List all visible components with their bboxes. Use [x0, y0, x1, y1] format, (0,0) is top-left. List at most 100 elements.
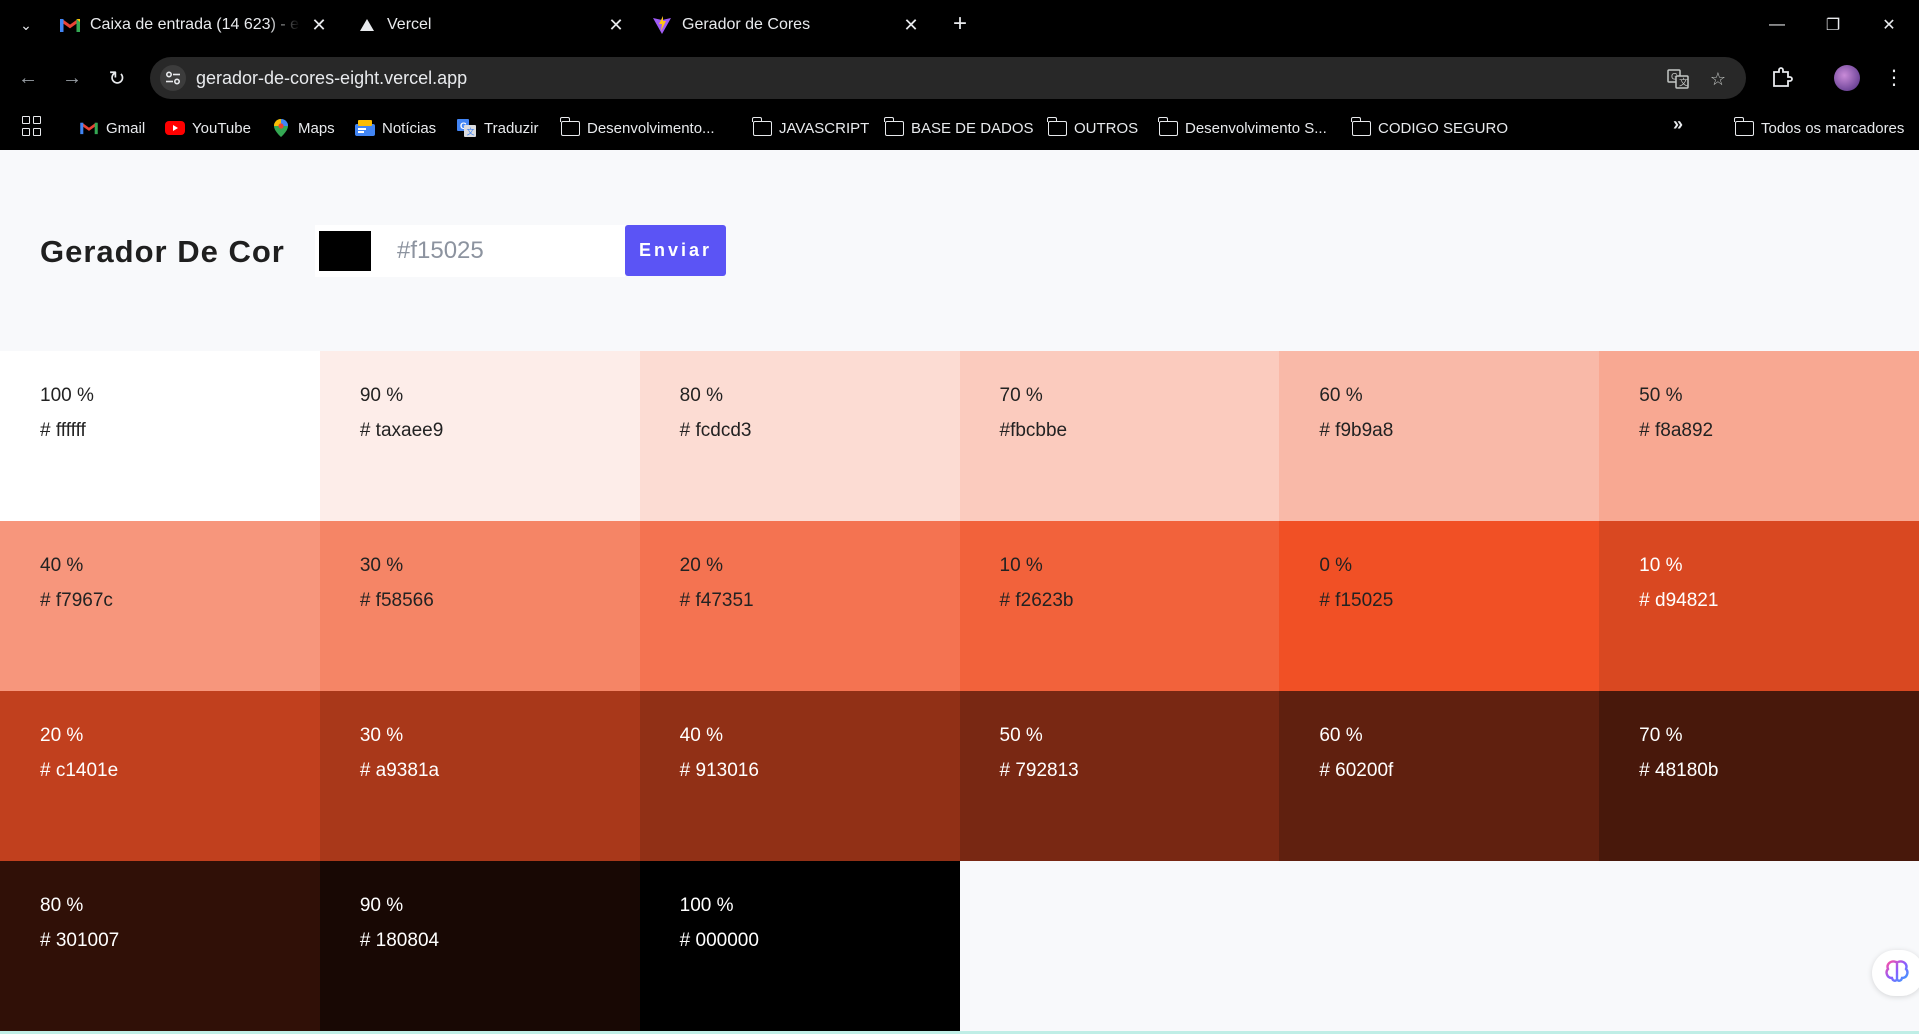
- color-percent: 40 %: [679, 725, 723, 746]
- vercel-icon: [357, 15, 377, 35]
- svg-text:文: 文: [1679, 77, 1688, 89]
- minimize-icon[interactable]: —: [1759, 10, 1795, 40]
- color-swatch-cell[interactable]: 80 % # fcdcd3: [639, 351, 960, 521]
- url-text: gerador-de-cores-eight.vercel.app: [196, 68, 468, 88]
- bookmark-gmail[interactable]: Gmail: [79, 116, 145, 140]
- page-title: Gerador De Cor: [40, 234, 285, 269]
- site-info-icon[interactable]: [160, 65, 186, 91]
- close-icon[interactable]: ✕: [900, 14, 922, 36]
- folder-icon: [1350, 116, 1371, 137]
- bookmark-label: Gmail: [106, 119, 146, 137]
- color-hex: # taxaee9: [359, 420, 444, 441]
- bookmark-label: Desenvolvimento S...: [1185, 119, 1327, 137]
- submit-button[interactable]: Enviar: [625, 225, 726, 276]
- color-hex: # f15025: [1319, 590, 1394, 611]
- extensions-puzzle-icon[interactable]: [1768, 63, 1796, 91]
- color-percent: 70 %: [1639, 725, 1683, 746]
- color-swatch-cell[interactable]: 70 % #fbcbbe: [959, 351, 1280, 521]
- color-picker[interactable]: [315, 225, 375, 277]
- address-bar[interactable]: gerador-de-cores-eight.vercel.app G文 ☆: [150, 57, 1746, 99]
- maps-icon: [271, 119, 291, 137]
- bookmark-folder-javascript[interactable]: JAVASCRIPT: [751, 116, 870, 140]
- bookmark-folder-desenvolvimento[interactable]: Desenvolvimento...: [559, 116, 715, 140]
- color-swatch-cell[interactable]: 10 % # f2623b: [959, 521, 1280, 691]
- color-percent: 30 %: [359, 555, 404, 576]
- translate-page-icon[interactable]: G文: [1666, 67, 1690, 91]
- restore-icon[interactable]: ❐: [1815, 10, 1851, 40]
- color-hex: # 000000: [679, 930, 759, 951]
- tab-vercel[interactable]: Vercel ✕: [357, 8, 627, 42]
- new-tab-plus-icon[interactable]: +: [948, 12, 972, 37]
- profile-avatar[interactable]: [1834, 65, 1860, 91]
- tab-search-chevron-icon[interactable]: ⌄: [14, 13, 38, 37]
- color-swatch-cell[interactable]: 90 % # 180804: [319, 861, 640, 1031]
- color-swatch-cell[interactable]: 50 % # f8a892: [1599, 351, 1919, 521]
- bookmark-folder-desenvolvimento-s[interactable]: Desenvolvimento S...: [1157, 116, 1327, 140]
- bookmark-noticias[interactable]: Notícias: [355, 116, 436, 140]
- bookmark-label: BASE DE DADOS: [911, 119, 1034, 137]
- color-swatch-cell[interactable]: 40 % # 913016: [639, 691, 960, 861]
- color-percent: 80 %: [679, 385, 723, 406]
- color-percent: 20 %: [40, 725, 84, 746]
- bookmark-folder-outros[interactable]: OUTROS: [1046, 116, 1138, 140]
- apps-grid-icon[interactable]: [22, 116, 42, 136]
- tab-gmail[interactable]: Caixa de entrada (14 623) - ernani ✕: [60, 8, 330, 42]
- color-percent: 10 %: [1639, 555, 1683, 576]
- color-swatch-cell[interactable]: 30 % # f58566: [319, 521, 640, 691]
- color-swatch-cell[interactable]: 10 % # d94821: [1599, 521, 1919, 691]
- window-close-icon[interactable]: ✕: [1871, 10, 1907, 40]
- color-hex: # f8a892: [1639, 420, 1714, 441]
- reload-icon[interactable]: ↻: [102, 63, 132, 93]
- color-swatch-cell[interactable]: 100 % # 000000: [639, 861, 960, 1031]
- more-menu-icon[interactable]: ⋮: [1882, 63, 1906, 91]
- color-hex: # a9381a: [359, 760, 440, 781]
- color-hex: # 301007: [40, 930, 120, 951]
- tab-title: Caixa de entrada (14 623) - ernani: [90, 16, 300, 33]
- svg-text:文: 文: [467, 127, 475, 137]
- bookmark-star-icon[interactable]: ☆: [1706, 67, 1730, 91]
- color-swatch-cell[interactable]: 20 % # f47351: [639, 521, 960, 691]
- hex-color-input[interactable]: [375, 225, 625, 277]
- color-hex: # 180804: [359, 930, 440, 951]
- color-percent: 60 %: [1319, 725, 1363, 746]
- color-hex: # f2623b: [999, 590, 1074, 611]
- color-percent: 50 %: [999, 725, 1043, 746]
- color-swatch-cell[interactable]: 20 % # c1401e: [0, 691, 320, 861]
- back-arrow-icon[interactable]: ←: [13, 63, 43, 93]
- bookmark-folder-codigo-seguro[interactable]: CODIGO SEGURO: [1350, 116, 1509, 140]
- bookmark-folder-base-de-dados[interactable]: BASE DE DADOS: [883, 116, 1034, 140]
- page-content: Gerador De Cor Enviar 100 % # ffffff 90 % #…: [0, 150, 1919, 1034]
- color-swatch-cell[interactable]: 30 % # a9381a: [319, 691, 640, 861]
- color-percent: 50 %: [1639, 385, 1683, 406]
- bookmark-label: Maps: [298, 119, 335, 137]
- folder-icon: [559, 116, 580, 137]
- color-swatch-cell[interactable]: 60 % # f9b9a8: [1279, 351, 1600, 521]
- color-hex: # 913016: [679, 760, 759, 781]
- color-swatch-cell[interactable]: 0 % # f15025: [1279, 521, 1600, 691]
- assistant-extension-bubble[interactable]: [1872, 950, 1919, 996]
- color-swatch-cell[interactable]: 70 % # 48180b: [1599, 691, 1919, 861]
- bookmark-label: CODIGO SEGURO: [1378, 119, 1509, 137]
- color-swatch-cell[interactable]: 90 % # taxaee9: [319, 351, 640, 521]
- bookmark-label: JAVASCRIPT: [779, 119, 870, 137]
- bookmarks-overflow-chevron-icon[interactable]: »: [1673, 114, 1683, 135]
- color-swatch-cell[interactable]: 60 % # 60200f: [1279, 691, 1600, 861]
- forward-arrow-icon[interactable]: →: [57, 63, 87, 93]
- color-swatch-cell[interactable]: 40 % # f7967c: [0, 521, 320, 691]
- close-icon[interactable]: ✕: [308, 14, 330, 36]
- bookmark-maps[interactable]: Maps: [271, 116, 335, 140]
- color-percent: 70 %: [999, 385, 1043, 406]
- tab-gerador-de-cores[interactable]: Gerador de Cores ✕: [652, 8, 922, 42]
- vite-icon: [652, 15, 672, 35]
- bookmark-all-bookmarks[interactable]: Todos os marcadores: [1733, 116, 1904, 140]
- bookmark-traduzir[interactable]: G文 Traduzir: [457, 116, 538, 140]
- color-percent: 100 %: [679, 895, 734, 916]
- color-swatch-cell[interactable]: 50 % # 792813: [959, 691, 1280, 861]
- color-swatch-cell[interactable]: 100 % # ffffff: [0, 351, 320, 521]
- color-percent: 10 %: [999, 555, 1043, 576]
- bookmark-youtube[interactable]: YouTube: [165, 116, 251, 140]
- folder-icon: [751, 116, 772, 137]
- bookmark-label: Notícias: [382, 119, 437, 137]
- close-icon[interactable]: ✕: [605, 14, 627, 36]
- color-swatch-cell[interactable]: 80 % # 301007: [0, 861, 320, 1031]
